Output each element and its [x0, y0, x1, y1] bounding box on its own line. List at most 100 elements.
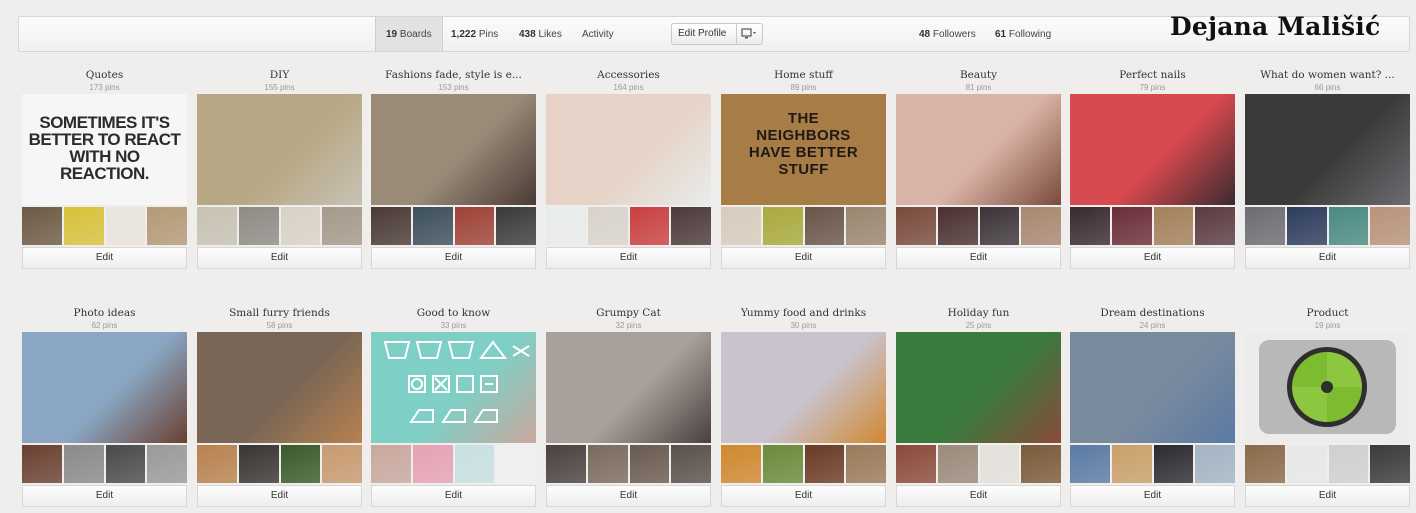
board-thumbnail[interactable] [322, 445, 362, 483]
edit-board-button[interactable]: Edit [1070, 247, 1235, 269]
board-cover-image[interactable] [1070, 94, 1235, 205]
board-card[interactable]: Small furry friends 58 pins Edit [197, 306, 362, 507]
board-thumbnail[interactable] [1021, 207, 1061, 245]
board-card[interactable]: Accessories 164 pins Edit [546, 68, 711, 269]
board-cover-image[interactable] [1245, 332, 1410, 443]
board-cover-image[interactable] [197, 332, 362, 443]
board-thumbnail[interactable] [629, 207, 670, 245]
board-thumbnail[interactable] [1328, 207, 1369, 245]
tab-boards[interactable]: 19 Boards [375, 17, 443, 51]
board-thumbnail[interactable] [1328, 445, 1369, 483]
board-cover-image[interactable] [546, 94, 711, 205]
board-thumbnail[interactable] [371, 445, 411, 483]
board-thumbnail[interactable] [238, 207, 279, 245]
board-thumbnail[interactable] [1245, 207, 1285, 245]
edit-board-button[interactable]: Edit [896, 485, 1061, 507]
board-thumbnail[interactable] [1370, 445, 1410, 483]
edit-board-button[interactable]: Edit [371, 247, 536, 269]
tab-likes[interactable]: 438 Likes [509, 17, 572, 51]
board-thumbnail[interactable] [671, 445, 711, 483]
board-thumbnail[interactable] [721, 445, 761, 483]
board-thumbnail[interactable] [546, 207, 586, 245]
board-thumbnail[interactable] [937, 207, 978, 245]
board-thumbnail[interactable] [846, 445, 886, 483]
board-card[interactable]: Yummy food and drinks 30 pins Edit [721, 306, 886, 507]
board-thumbnail[interactable] [1195, 207, 1235, 245]
edit-board-button[interactable]: Edit [546, 485, 711, 507]
board-thumbnail[interactable] [496, 207, 536, 245]
board-card[interactable]: Quotes 173 pins SOMETIMES IT'S BETTER TO… [22, 68, 187, 269]
board-card[interactable]: DIY 155 pins Edit [197, 68, 362, 269]
board-thumbnail[interactable] [979, 445, 1020, 483]
edit-board-button[interactable]: Edit [721, 485, 886, 507]
board-thumbnail[interactable] [721, 207, 761, 245]
board-cover-image[interactable] [371, 332, 536, 443]
board-thumbnail[interactable] [846, 207, 886, 245]
board-card[interactable]: Good to know 33 pins Edit [371, 306, 536, 507]
edit-board-button[interactable]: Edit [1245, 247, 1410, 269]
edit-board-button[interactable]: Edit [22, 485, 187, 507]
board-thumbnail[interactable] [105, 207, 146, 245]
board-card[interactable]: Photo ideas 62 pins Edit [22, 306, 187, 507]
board-thumbnail[interactable] [454, 207, 495, 245]
board-thumbnail[interactable] [1195, 445, 1235, 483]
board-thumbnail[interactable] [63, 207, 104, 245]
tab-pins[interactable]: 1,222 Pins [441, 17, 508, 51]
board-thumbnail[interactable] [22, 207, 62, 245]
edit-board-button[interactable]: Edit [721, 247, 886, 269]
board-thumbnail[interactable] [496, 445, 536, 483]
board-cover-image[interactable] [546, 332, 711, 443]
board-thumbnail[interactable] [412, 445, 453, 483]
board-card[interactable]: Beauty 81 pins Edit [896, 68, 1061, 269]
board-thumbnail[interactable] [1111, 207, 1152, 245]
board-thumbnail[interactable] [1070, 445, 1110, 483]
board-thumbnail[interactable] [371, 207, 411, 245]
board-cover-image[interactable] [896, 332, 1061, 443]
board-thumbnail[interactable] [197, 207, 237, 245]
board-thumbnail[interactable] [105, 445, 146, 483]
board-card[interactable]: Fashions fade, style is e... 153 pins Ed… [371, 68, 536, 269]
followers-link[interactable]: 48 Followers [909, 17, 986, 51]
board-cover-image[interactable]: THE NEIGHBORS HAVE BETTER STUFF [721, 94, 886, 205]
board-thumbnail[interactable] [280, 207, 321, 245]
board-cover-image[interactable] [896, 94, 1061, 205]
board-thumbnail[interactable] [147, 445, 187, 483]
edit-board-button[interactable]: Edit [197, 247, 362, 269]
board-thumbnail[interactable] [63, 445, 104, 483]
board-cover-image[interactable] [721, 332, 886, 443]
board-cover-image[interactable] [1070, 332, 1235, 443]
board-thumbnail[interactable] [804, 207, 845, 245]
board-thumbnail[interactable] [804, 445, 845, 483]
edit-board-button[interactable]: Edit [546, 247, 711, 269]
board-card[interactable]: What do women want? ... 66 pins Edit [1245, 68, 1410, 269]
following-link[interactable]: 61 Following [985, 17, 1061, 51]
board-thumbnail[interactable] [979, 207, 1020, 245]
edit-profile-button[interactable]: Edit Profile [671, 23, 763, 45]
board-card[interactable]: Perfect nails 79 pins Edit [1070, 68, 1235, 269]
board-thumbnail[interactable] [896, 445, 936, 483]
board-thumbnail[interactable] [1153, 207, 1194, 245]
board-thumbnail[interactable] [412, 207, 453, 245]
board-cover-image[interactable] [197, 94, 362, 205]
board-thumbnail[interactable] [762, 445, 803, 483]
board-card[interactable]: Home stuff 89 pins THE NEIGHBORS HAVE BE… [721, 68, 886, 269]
board-thumbnail[interactable] [587, 445, 628, 483]
board-thumbnail[interactable] [937, 445, 978, 483]
board-card[interactable]: Grumpy Cat 32 pins Edit [546, 306, 711, 507]
edit-board-button[interactable]: Edit [22, 247, 187, 269]
board-card[interactable]: Dream destinations 24 pins Edit [1070, 306, 1235, 507]
board-thumbnail[interactable] [762, 207, 803, 245]
board-thumbnail[interactable] [629, 445, 670, 483]
edit-board-button[interactable]: Edit [371, 485, 536, 507]
board-thumbnail[interactable] [1111, 445, 1152, 483]
board-thumbnail[interactable] [1070, 207, 1110, 245]
board-thumbnail[interactable] [896, 207, 936, 245]
board-thumbnail[interactable] [280, 445, 321, 483]
board-thumbnail[interactable] [1286, 207, 1327, 245]
board-thumbnail[interactable] [22, 445, 62, 483]
board-thumbnail[interactable] [1370, 207, 1410, 245]
board-thumbnail[interactable] [147, 207, 187, 245]
board-thumbnail[interactable] [1245, 445, 1285, 483]
board-thumbnail[interactable] [1021, 445, 1061, 483]
monitor-dropdown-icon[interactable] [741, 28, 757, 40]
